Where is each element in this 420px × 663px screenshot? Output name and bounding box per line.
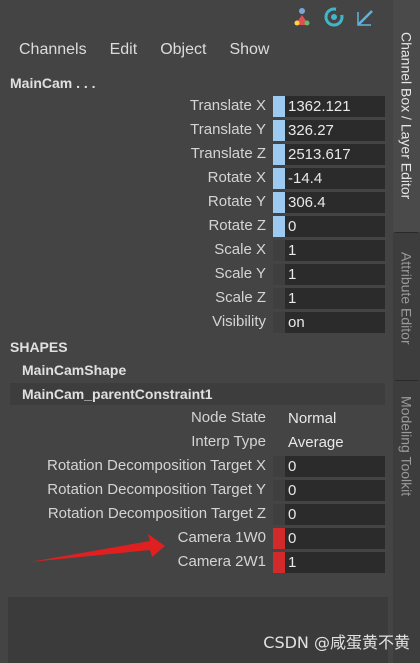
channel-row-visibility[interactable]: Visibility on xyxy=(0,311,393,333)
channel-label[interactable]: Translate Z xyxy=(191,143,266,165)
tab-label: Attribute Editor xyxy=(398,251,415,345)
channel-indicator xyxy=(273,264,285,285)
channel-label[interactable]: Scale Z xyxy=(215,287,266,309)
channel-indicator xyxy=(273,240,285,261)
side-tab-bar: Channel Box / Layer Editor Attribute Edi… xyxy=(393,0,420,663)
channel-value-field[interactable]: 0 xyxy=(285,480,385,501)
constraint-weight-indicator xyxy=(273,528,285,549)
channel-row-scale-y[interactable]: Scale Y 1 xyxy=(0,263,393,285)
keyed-indicator xyxy=(273,192,285,213)
channel-label[interactable]: Translate Y xyxy=(190,119,266,141)
channel-value-field[interactable]: -14.4 xyxy=(285,168,385,189)
channel-row-rotate-y[interactable]: Rotate Y 306.4 xyxy=(0,191,393,213)
channel-row-interp-type[interactable]: Interp Type Average xyxy=(0,431,393,453)
channel-value-field[interactable]: 326.27 xyxy=(285,120,385,141)
channel-row-translate-y[interactable]: Translate Y 326.27 xyxy=(0,119,393,141)
channel-label[interactable]: Node State xyxy=(191,407,266,429)
channel-label[interactable]: Translate X xyxy=(190,95,266,117)
menu-edit[interactable]: Edit xyxy=(91,38,138,62)
channel-value-field[interactable]: 0 xyxy=(285,216,385,237)
channel-label[interactable]: Scale Y xyxy=(215,263,266,285)
channel-row-camera-1w0[interactable]: Camera 1W0 0 xyxy=(0,527,393,549)
menu-show[interactable]: Show xyxy=(210,38,269,62)
channel-label[interactable]: Visibility xyxy=(212,311,266,333)
channel-value-field[interactable]: 1 xyxy=(285,288,385,309)
channel-value-field[interactable]: on xyxy=(285,312,385,333)
channel-value-field[interactable]: 306.4 xyxy=(285,192,385,213)
channel-indicator xyxy=(273,456,285,477)
menu-object[interactable]: Object xyxy=(141,38,206,62)
channel-value-field[interactable]: 0 xyxy=(285,504,385,525)
channel-label[interactable]: Rotate Y xyxy=(208,191,266,213)
channel-label[interactable]: Interp Type xyxy=(191,431,266,453)
refresh-icon[interactable] xyxy=(322,5,346,29)
shapes-section-title: SHAPES xyxy=(10,339,68,355)
channel-indicator xyxy=(273,312,285,333)
shape-item-parent-constraint[interactable]: MainCam_parentConstraint1 xyxy=(10,383,385,405)
channel-value-field[interactable]: 0 xyxy=(285,456,385,477)
channel-label[interactable]: Rotate Z xyxy=(208,215,266,237)
channel-row-camera-2w1[interactable]: Camera 2W1 1 xyxy=(0,551,393,573)
channel-label[interactable]: Rotation Decomposition Target Z xyxy=(48,503,266,525)
channel-value-field[interactable]: Average xyxy=(285,432,385,453)
channel-row-translate-z[interactable]: Translate Z 2513.617 xyxy=(0,143,393,165)
channel-indicator xyxy=(273,504,285,525)
keyed-indicator xyxy=(273,96,285,117)
keyed-indicator xyxy=(273,144,285,165)
channel-label[interactable]: Rotation Decomposition Target X xyxy=(47,455,266,477)
channel-value-field[interactable]: Normal xyxy=(285,408,385,429)
tab-label: Modeling Toolkit xyxy=(398,395,415,497)
channel-value-field[interactable]: 1362.121 xyxy=(285,96,385,117)
channel-row-scale-x[interactable]: Scale X 1 xyxy=(0,239,393,261)
menu-bar: Channels Edit Object Show xyxy=(0,38,393,62)
toolbar xyxy=(290,2,378,32)
keyed-indicator xyxy=(273,120,285,141)
edit-pen-icon[interactable] xyxy=(354,5,378,29)
watermark: CSDN @咸蛋黄不黄 xyxy=(263,633,410,652)
channel-row-scale-z[interactable]: Scale Z 1 xyxy=(0,287,393,309)
channel-row-rotate-x[interactable]: Rotate X -14.4 xyxy=(0,167,393,189)
channel-indicator xyxy=(273,480,285,501)
shape-item-maincamshape[interactable]: MainCamShape xyxy=(10,359,385,381)
channel-value-field[interactable]: 0 xyxy=(285,528,385,549)
channel-label[interactable]: Camera 2W1 xyxy=(178,551,266,573)
channel-value-field[interactable]: 1 xyxy=(285,552,385,573)
node-title[interactable]: MainCam . . . xyxy=(10,75,96,91)
tab-label: Channel Box / Layer Editor xyxy=(398,32,415,200)
channel-row-rot-decomp-z[interactable]: Rotation Decomposition Target Z 0 xyxy=(0,503,393,525)
channel-row-rot-decomp-y[interactable]: Rotation Decomposition Target Y 0 xyxy=(0,479,393,501)
channel-box-panel: Channels Edit Object Show MainCam . . . … xyxy=(0,0,393,663)
keyed-indicator xyxy=(273,216,285,237)
tab-attribute-editor[interactable]: Attribute Editor xyxy=(393,233,420,363)
tab-modeling-toolkit[interactable]: Modeling Toolkit xyxy=(393,381,420,511)
channel-row-rotate-z[interactable]: Rotate Z 0 xyxy=(0,215,393,237)
channel-label[interactable]: Scale X xyxy=(214,239,266,261)
channel-value-field[interactable]: 1 xyxy=(285,240,385,261)
channel-label[interactable]: Rotate X xyxy=(208,167,266,189)
menu-channels[interactable]: Channels xyxy=(0,38,87,62)
keyed-indicator xyxy=(273,168,285,189)
channel-label[interactable]: Rotation Decomposition Target Y xyxy=(47,479,266,501)
channel-row-rot-decomp-x[interactable]: Rotation Decomposition Target X 0 xyxy=(0,455,393,477)
channel-value-field[interactable]: 1 xyxy=(285,264,385,285)
channel-select-icon[interactable] xyxy=(290,5,314,29)
constraint-weight-indicator xyxy=(273,552,285,573)
channel-row-translate-x[interactable]: Translate X 1362.121 xyxy=(0,95,393,117)
channel-value-field[interactable]: 2513.617 xyxy=(285,144,385,165)
channel-indicator xyxy=(273,288,285,309)
channel-label[interactable]: Camera 1W0 xyxy=(178,527,266,549)
channel-row-node-state[interactable]: Node State Normal xyxy=(0,407,393,429)
tab-channel-box-layer-editor[interactable]: Channel Box / Layer Editor xyxy=(393,0,420,232)
